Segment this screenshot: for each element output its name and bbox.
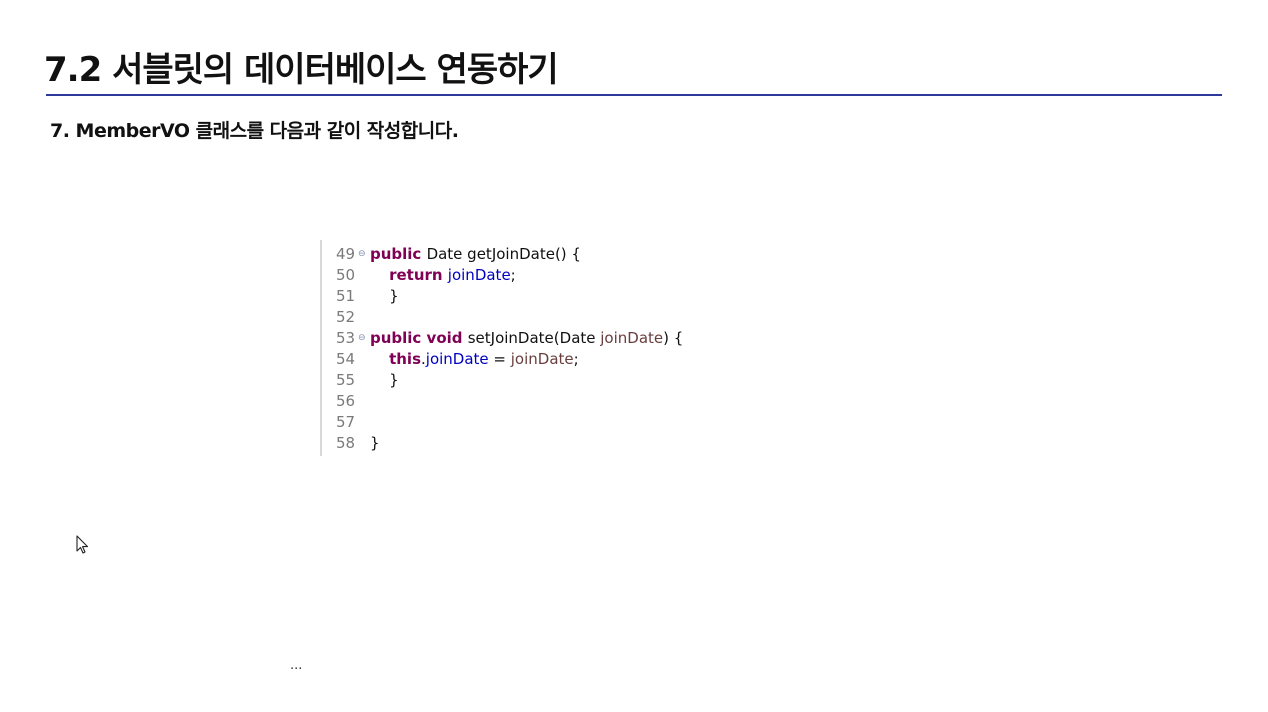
line-number: 53 <box>336 329 356 347</box>
continuation-ellipsis: ... <box>290 658 303 673</box>
code-editor-snippet: 49 ⊖ public Date getJoinDate() {50 return … <box>320 240 742 456</box>
code-token: public <box>370 245 427 263</box>
code-text: } <box>370 433 380 454</box>
code-token: public void <box>370 329 468 347</box>
code-token: joinDate <box>510 350 574 368</box>
line-number: 55 <box>336 371 356 389</box>
code-token: joinDate <box>600 329 664 347</box>
line-number: 52 <box>336 308 356 326</box>
fold-toggle-icon[interactable]: ⊖ <box>358 328 366 349</box>
code-text: return joinDate; <box>370 265 516 286</box>
code-token: ) { <box>663 329 684 347</box>
code-token: } <box>370 434 380 452</box>
code-text: public void setJoinDate(Date joinDate) { <box>370 328 683 349</box>
code-token: setJoinDate(Date <box>467 329 601 347</box>
code-token: return <box>389 266 448 284</box>
fold-toggle-icon[interactable]: ⊖ <box>358 244 366 265</box>
line-number: 51 <box>336 287 356 305</box>
step-instruction: 7. MemberVO 클래스를 다음과 같이 작성합니다. <box>50 120 459 142</box>
code-text: public Date getJoinDate() { <box>370 244 581 265</box>
mouse-pointer-icon <box>76 535 89 554</box>
line-number: 56 <box>336 392 356 410</box>
line-number: 58 <box>336 434 356 452</box>
code-token: ; <box>573 350 579 368</box>
title-divider <box>46 94 1222 96</box>
code-token: ; <box>510 266 516 284</box>
line-number: 54 <box>336 350 356 368</box>
line-number: 49 <box>336 245 356 263</box>
code-token: joinDate <box>447 266 511 284</box>
page-title: 7.2 서블릿의 데이터베이스 연동하기 <box>44 50 559 90</box>
code-text: } <box>370 286 399 307</box>
line-number: 50 <box>336 266 356 284</box>
code-token: = <box>488 350 511 368</box>
line-number: 57 <box>336 413 356 431</box>
code-token: } <box>370 371 399 389</box>
code-text: this.joinDate = joinDate; <box>370 349 579 370</box>
code-token: Date getJoinDate() { <box>426 245 581 263</box>
code-token: } <box>370 287 399 305</box>
code-token: joinDate <box>425 350 489 368</box>
code-text: } <box>370 370 399 391</box>
code-token: this <box>389 350 421 368</box>
